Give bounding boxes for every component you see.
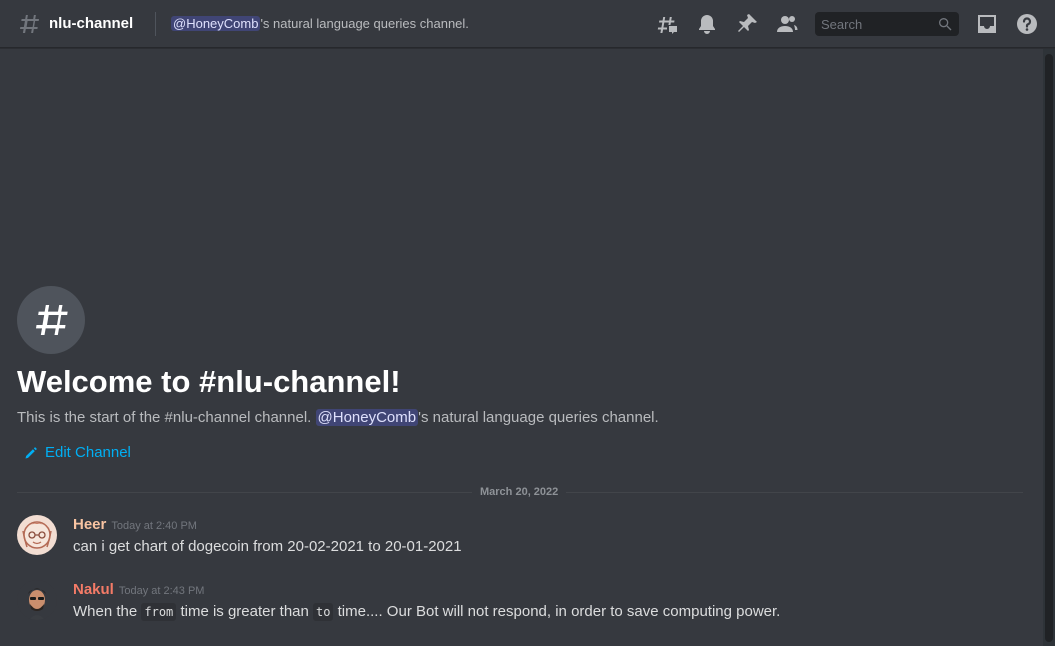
message-content: When the from time is greater than to ti… bbox=[73, 602, 780, 622]
date-divider-label: March 20, 2022 bbox=[472, 485, 567, 500]
welcome-mention[interactable]: @HoneyComb bbox=[315, 409, 419, 426]
threads-icon[interactable] bbox=[655, 12, 679, 36]
notification-bell-icon[interactable] bbox=[695, 12, 719, 36]
edit-channel-button[interactable]: Edit Channel bbox=[23, 443, 131, 463]
edit-channel-label[interactable]: Edit Channel bbox=[45, 443, 131, 463]
message-author[interactable]: Nakul bbox=[73, 581, 114, 598]
avatar[interactable] bbox=[17, 580, 57, 620]
scrollbar-thumb[interactable] bbox=[1045, 54, 1053, 642]
inline-code: from bbox=[141, 603, 177, 621]
channel-welcome-hash-icon bbox=[17, 286, 85, 354]
welcome-desc-suffix: 's natural language queries channel. bbox=[418, 409, 659, 426]
inline-code: to bbox=[313, 603, 334, 621]
message-author[interactable]: Heer bbox=[73, 516, 106, 533]
search-box[interactable] bbox=[815, 12, 959, 36]
message-text: When the bbox=[73, 603, 142, 620]
welcome-title: Welcome to #nlu-channel! bbox=[17, 364, 401, 399]
welcome-description: This is the start of the #nlu-channel ch… bbox=[17, 408, 659, 428]
pencil-icon bbox=[25, 446, 37, 458]
header-divider bbox=[155, 12, 156, 36]
topic-mention[interactable]: @HoneyComb bbox=[171, 16, 261, 31]
pin-icon[interactable] bbox=[735, 12, 759, 36]
channel-topic[interactable]: @HoneyComb's natural language queries ch… bbox=[171, 15, 469, 33]
welcome-desc-prefix: This is the start of the #nlu-channel ch… bbox=[17, 409, 316, 426]
help-icon[interactable] bbox=[1015, 12, 1039, 36]
message-text: time is greater than bbox=[176, 603, 314, 620]
channel-name: nlu-channel bbox=[49, 15, 134, 32]
message-timestamp: Today at 2:40 PM bbox=[111, 520, 197, 532]
message-content: can i get chart of dogecoin from 20-02-2… bbox=[73, 538, 462, 555]
member-list-icon[interactable] bbox=[775, 12, 799, 36]
message-header: Heer Today at 2:40 PM bbox=[73, 515, 197, 536]
channel-hash-icon bbox=[20, 15, 39, 33]
inbox-icon[interactable] bbox=[975, 12, 999, 36]
message-text: time.... Our Bot will not respond, in or… bbox=[333, 603, 781, 620]
message-header: Nakul Today at 2:43 PM bbox=[73, 580, 204, 601]
search-icon bbox=[939, 17, 952, 31]
topic-text: 's natural language queries channel. bbox=[260, 16, 469, 31]
message-timestamp: Today at 2:43 PM bbox=[118, 585, 205, 597]
search-input[interactable] bbox=[815, 12, 933, 36]
channel-header: nlu-channel @HoneyComb's natural languag… bbox=[0, 0, 1055, 48]
avatar[interactable] bbox=[17, 515, 57, 555]
